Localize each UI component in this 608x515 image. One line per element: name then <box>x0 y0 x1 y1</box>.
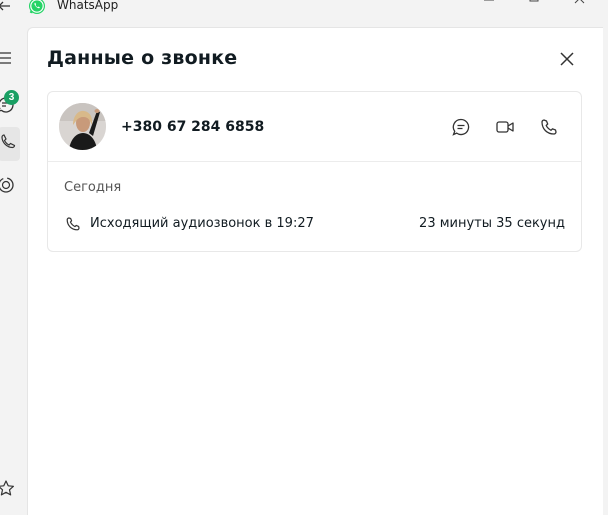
app-title: WhatsApp <box>57 0 119 12</box>
starred-icon[interactable] <box>0 478 18 500</box>
title-bar: WhatsApp <box>0 0 608 22</box>
message-icon[interactable] <box>451 117 471 137</box>
call-details-panel: Данные о звонке +380 67 284 6858 Сегодня… <box>27 27 603 515</box>
avatar[interactable] <box>59 103 106 150</box>
outgoing-call-icon <box>65 216 81 232</box>
call-info-card: +380 67 284 6858 Сегодня Исходящий аудио… <box>47 91 582 252</box>
call-history-row: Исходящий аудиозвонок в 19:27 23 минуты … <box>48 210 581 238</box>
contact-header: +380 67 284 6858 <box>48 92 581 162</box>
panel-title: Данные о звонке <box>47 47 238 69</box>
status-icon[interactable] <box>0 174 18 196</box>
navigation-rail: 3 <box>0 22 27 514</box>
maximize-icon[interactable] <box>526 0 542 10</box>
whatsapp-logo-icon <box>27 0 47 16</box>
call-description: Исходящий аудиозвонок в 19:27 <box>90 216 314 231</box>
menu-icon[interactable] <box>0 47 18 69</box>
video-call-icon[interactable] <box>495 117 515 137</box>
calls-icon[interactable] <box>0 127 20 161</box>
minimize-icon[interactable] <box>481 0 497 10</box>
back-arrow-icon[interactable] <box>0 0 12 14</box>
audio-call-icon[interactable] <box>539 117 559 137</box>
call-duration: 23 минуты 35 секунд <box>419 216 565 231</box>
window-close-icon[interactable] <box>572 0 588 10</box>
close-icon[interactable] <box>558 50 576 68</box>
contact-phone: +380 67 284 6858 <box>121 119 265 135</box>
date-section-label: Сегодня <box>64 180 122 195</box>
chats-badge: 3 <box>4 90 19 105</box>
